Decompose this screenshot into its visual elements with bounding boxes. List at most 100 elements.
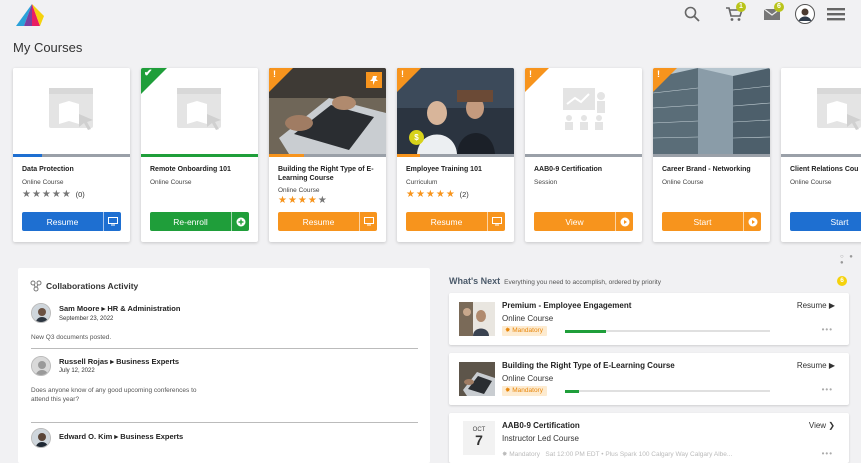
rating-stars[interactable]: ★★★★★ (2) — [406, 189, 469, 200]
rating-stars[interactable]: ★★★★★ — [278, 195, 328, 206]
exclamation-icon: ! — [657, 69, 660, 79]
classroom-placeholder-icon — [563, 88, 605, 130]
course-type: Curriculum — [406, 179, 438, 186]
button-label: Resume — [302, 216, 335, 227]
course-title[interactable]: Career Brand - Networking — [662, 166, 766, 175]
progress-bar — [565, 329, 770, 333]
avatar[interactable] — [31, 428, 51, 448]
play-circle-icon — [743, 212, 761, 231]
carousel-pagination[interactable]: ○ ● ● — [840, 254, 861, 266]
whats-next-description: Everything you need to accomplish, order… — [504, 279, 661, 286]
post-divider — [31, 348, 418, 349]
session-info: Sat 12:00 PM EDT • Plus Spark 100 Calgar… — [545, 451, 733, 458]
whats-next-count-badge: 6 — [837, 276, 847, 286]
rating-stars[interactable]: ★★★★★ (0) — [22, 189, 85, 200]
brand-logo[interactable] — [14, 0, 44, 26]
more-options-icon[interactable]: ••• — [822, 325, 833, 334]
exclamation-icon: ! — [273, 69, 276, 79]
item-type: Instructor Led Course — [502, 434, 579, 443]
exclamation-icon: ! — [401, 69, 404, 79]
post-author[interactable]: Edward O. Kim ▸ Business Experts — [59, 432, 183, 441]
resume-link[interactable]: Resume ▶ — [797, 361, 835, 370]
course-thumbnail: ✔ — [141, 68, 258, 154]
collaborations-header: Collaborations Activity — [30, 280, 138, 292]
whats-next-title: What's Next — [449, 276, 501, 286]
post-author[interactable]: Russell Rojas ▸ Business Experts — [59, 357, 179, 366]
item-title[interactable]: Building the Right Type of E-Learning Co… — [502, 361, 675, 370]
course-thumbnail: ! — [653, 68, 770, 154]
price-badge: $ — [409, 130, 424, 145]
session-day: 7 — [475, 432, 483, 448]
view-link[interactable]: View ❯ — [809, 421, 835, 430]
course-thumbnail: ! — [525, 68, 642, 154]
course-title[interactable]: Client Relations Cou — [790, 166, 861, 175]
course-card[interactable]: Data Protection Online Course ★★★★★ (0) … — [13, 68, 130, 242]
more-options-icon[interactable]: ••• — [822, 449, 833, 458]
mandatory-tag: ✸ Mandatory — [502, 326, 547, 336]
whats-next-item[interactable]: Building the Right Type of E-Learning Co… — [449, 353, 849, 405]
whats-next-header: What's Next Everything you need to accomp… — [449, 276, 661, 286]
post-author[interactable]: Sam Moore ▸ HR & Administration — [59, 304, 180, 313]
item-type: Online Course — [502, 374, 554, 383]
item-title[interactable]: AAB0-9 Certification — [502, 421, 580, 430]
start-button[interactable]: Start — [662, 212, 761, 231]
mandatory-tag: ✸ Mandatory — [502, 386, 547, 396]
course-card[interactable]: ! AAB0-9 Certification Session View — [525, 68, 642, 242]
post-body: Does anyone know of any good upcoming co… — [31, 387, 197, 403]
re-enroll-button[interactable]: Re-enroll — [150, 212, 249, 231]
search-icon[interactable] — [680, 3, 704, 25]
mandatory-label: Mandatory — [509, 451, 540, 458]
mail-badge: 6 — [774, 2, 784, 12]
monitor-icon — [487, 212, 505, 231]
plus-circle-icon — [231, 212, 249, 231]
start-button[interactable]: Start — [790, 212, 861, 231]
course-placeholder-icon — [49, 88, 93, 130]
user-avatar[interactable] — [793, 3, 817, 25]
avatar[interactable] — [31, 356, 51, 376]
cart-icon[interactable]: 1 — [722, 2, 746, 25]
resume-button[interactable]: Resume — [22, 212, 121, 231]
course-card[interactable]: ✔ Remote Onboarding 101 Online Course Re… — [141, 68, 258, 242]
course-type: Online Course — [790, 179, 832, 186]
rating-count: (0) — [75, 190, 85, 199]
collaborations-title: Collaborations Activity — [46, 281, 139, 291]
course-type: Online Course — [150, 179, 192, 186]
menu-icon[interactable] — [824, 3, 848, 25]
resume-link[interactable]: Resume ▶ — [797, 301, 835, 310]
avatar[interactable] — [31, 303, 51, 323]
collaborations-panel: Collaborations Activity Sam Moore ▸ HR &… — [18, 268, 430, 463]
collaboration-icon — [30, 280, 42, 292]
more-options-icon[interactable]: ••• — [822, 385, 833, 394]
course-card[interactable]: Client Relations Cou Online Course Start — [781, 68, 861, 242]
course-placeholder-icon — [817, 88, 861, 130]
whats-next-item[interactable]: Premium - Employee Engagement Online Cou… — [449, 293, 849, 345]
course-title[interactable]: Employee Training 101 — [406, 166, 510, 175]
session-details: ✸ Mandatory Sat 12:00 PM EDT • Plus Spar… — [502, 451, 733, 458]
course-title[interactable]: AAB0-9 Certification — [534, 166, 638, 175]
resume-button[interactable]: Resume — [278, 212, 377, 231]
button-label: Resume — [430, 216, 463, 227]
whats-next-item[interactable]: OCT 7 AAB0-9 Certification Instructor Le… — [449, 413, 849, 463]
resume-button[interactable]: Resume — [406, 212, 505, 231]
button-label: Resume — [46, 216, 79, 227]
item-thumbnail — [459, 362, 495, 396]
course-card[interactable]: ! Building the Right Type of E-Learning … — [269, 68, 386, 242]
course-card[interactable]: ! Career Brand - Networking Online Cours… — [653, 68, 770, 242]
view-button[interactable]: View — [534, 212, 633, 231]
post-body: New Q3 documents posted. — [31, 334, 112, 341]
item-title[interactable]: Premium - Employee Engagement — [502, 301, 631, 310]
button-label: Start — [830, 216, 849, 227]
course-title[interactable]: Data Protection — [22, 166, 126, 175]
mail-icon[interactable]: 6 — [760, 2, 784, 25]
play-circle-icon — [615, 212, 633, 231]
course-type: Session — [534, 179, 558, 186]
pin-icon[interactable] — [366, 72, 382, 88]
item-type: Online Course — [502, 314, 554, 323]
course-title[interactable]: Remote Onboarding 101 — [150, 166, 254, 175]
course-card[interactable]: ! $ Employee Training 101 Curriculum ★★★… — [397, 68, 514, 242]
course-thumbnail — [13, 68, 130, 154]
button-label: Start — [693, 216, 712, 227]
course-title[interactable]: Building the Right Type of E-Learning Co… — [278, 166, 382, 183]
progress-bar — [565, 389, 770, 393]
button-label: View — [565, 216, 584, 227]
